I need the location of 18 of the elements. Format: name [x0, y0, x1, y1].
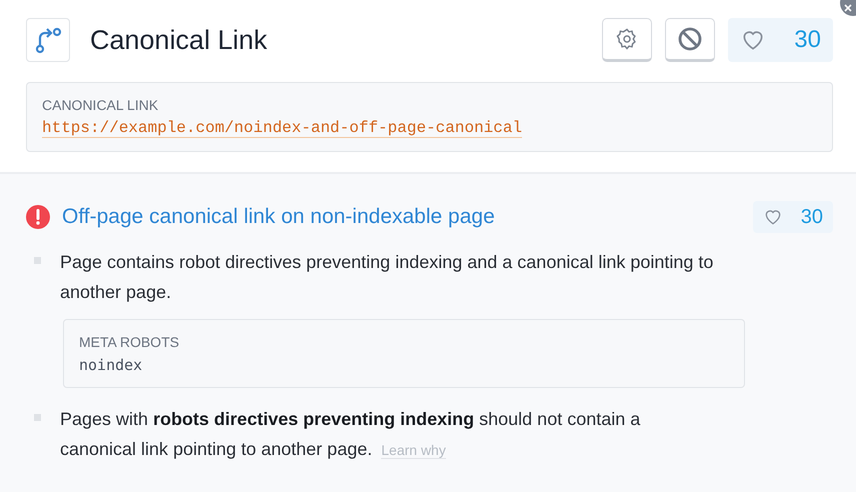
canonical-url-link[interactable]: https://example.com/noindex-and-off-page-canonical	[42, 119, 522, 138]
code-value: noindex	[79, 356, 142, 374]
settings-button[interactable]	[602, 18, 652, 62]
bullet-icon	[34, 257, 41, 264]
field-label: CANONICAL LINK	[42, 97, 158, 113]
like-button[interactable]: 30	[728, 18, 833, 62]
issue-description: Pages with robots directives preventing indexing should not contain a canonical link pointing to another page. Learn why	[60, 408, 642, 461]
branch-icon	[26, 18, 70, 62]
issue-title-link[interactable]: Off-page canonical link on non-indexable page	[62, 205, 741, 229]
learn-why-link[interactable]: Learn why	[381, 442, 446, 459]
alert-icon	[26, 205, 50, 229]
block-button[interactable]	[665, 18, 716, 62]
block-icon	[677, 26, 704, 52]
bullet-icon	[34, 414, 41, 421]
issue-description: Page contains robot directives preventing indexing and a canonical link pointing to another page.	[60, 251, 714, 304]
field-label: META ROBOTS	[79, 334, 180, 350]
page-title: Canonical Link	[90, 24, 268, 56]
like-button[interactable]: 30	[752, 201, 833, 233]
